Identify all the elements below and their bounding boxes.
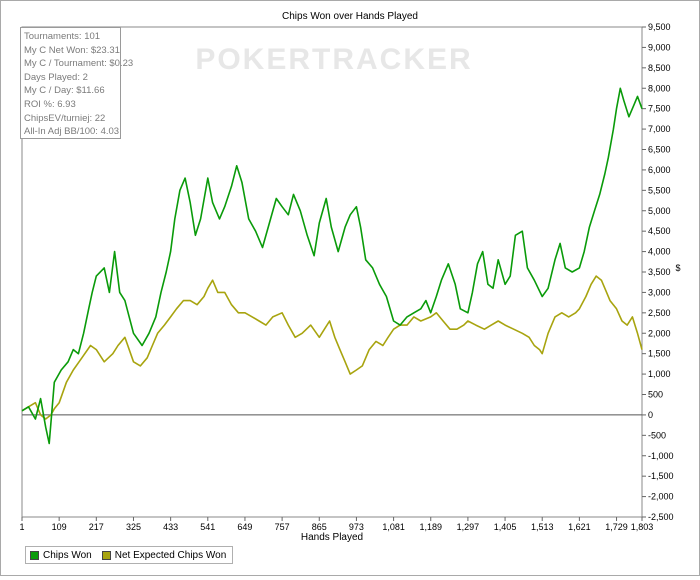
- legend-label-chips-won: Chips Won: [43, 549, 92, 561]
- y-tick-label: -1,000: [648, 451, 674, 461]
- y-tick-label: 9,000: [648, 42, 671, 52]
- legend-swatch-chips-won: [30, 550, 39, 560]
- y-axis-label: $: [675, 263, 680, 273]
- x-tick-label: 865: [312, 522, 327, 532]
- y-tick-label: -2,500: [648, 512, 674, 522]
- stat-row: Days Played: 2: [24, 71, 88, 83]
- x-tick-label: 649: [237, 522, 252, 532]
- x-tick-label: 1,189: [419, 522, 442, 532]
- y-tick-label: -1,500: [648, 471, 674, 481]
- x-tick-label: 1,405: [494, 522, 517, 532]
- stat-row: My C / Day: $11.66: [24, 85, 105, 97]
- x-tick-label: 433: [163, 522, 178, 532]
- y-tick-label: 6,000: [648, 165, 671, 175]
- y-tick-label: 1,000: [648, 369, 671, 379]
- y-tick-label: -500: [648, 430, 666, 440]
- x-tick-label: 1,513: [531, 522, 554, 532]
- watermark-logo: POKERTRACKER: [195, 43, 472, 76]
- y-tick-label: 7,500: [648, 104, 671, 114]
- x-tick-label: 541: [200, 522, 215, 532]
- y-tick-label: 9,500: [648, 22, 671, 32]
- x-tick-label: 757: [275, 522, 290, 532]
- y-tick-label: 5,500: [648, 185, 671, 195]
- x-axis-label: Hands Played: [301, 532, 363, 543]
- y-tick-label: 2,500: [648, 308, 671, 318]
- legend-label-net-expected: Net Expected Chips Won: [114, 549, 227, 561]
- y-tick-label: -2,000: [648, 492, 674, 502]
- y-tick-label: 7,000: [648, 124, 671, 134]
- y-tick-label: 3,000: [648, 287, 671, 297]
- x-tick-label: 1,621: [568, 522, 591, 532]
- stat-row: ChipsEV/turniej: 22: [24, 112, 106, 124]
- y-tick-label: 0: [648, 410, 653, 420]
- x-tick-label: 1,729: [605, 522, 628, 532]
- y-tick-label: 500: [648, 390, 663, 400]
- chart-title: Chips Won over Hands Played: [282, 11, 418, 22]
- y-tick-label: 4,500: [648, 226, 671, 236]
- chart-legend: Chips Won Net Expected Chips Won: [25, 546, 234, 564]
- series-line-chips-won: [21, 87, 643, 445]
- y-tick-label: 2,000: [648, 328, 671, 338]
- y-tick-label: 8,000: [648, 83, 671, 93]
- stat-row: My C / Tournament: $0.23: [24, 58, 134, 70]
- y-tick-label: 3,500: [648, 267, 671, 277]
- x-tick-label: 1: [19, 522, 24, 532]
- y-tick-label: 8,500: [648, 63, 671, 73]
- stat-row: Tournaments: 101: [24, 31, 101, 42]
- legend-swatch-net-expected: [101, 550, 111, 560]
- stat-row: My C Net Won: $23.31: [24, 44, 120, 56]
- legend-item-net-expected[interactable]: Net Expected Chips Won: [101, 549, 227, 561]
- y-tick-label: 6,500: [648, 145, 671, 155]
- y-tick-label: 5,000: [648, 206, 671, 216]
- stats-box: Tournaments: 101 My C Net Won: $23.31 My C…: [20, 27, 134, 139]
- x-tick-label: 109: [52, 522, 67, 532]
- stat-row: All-In Adj BB/100: 4.03: [24, 126, 120, 138]
- x-tick-label: 1,803: [631, 522, 654, 532]
- x-tick-label: 217: [89, 522, 104, 532]
- x-tick-label: 973: [349, 522, 364, 532]
- y-tick-label: 4,000: [648, 247, 671, 257]
- series-line-net-expected: [21, 275, 643, 420]
- x-tick-label: 1,081: [382, 522, 405, 532]
- x-tick-label: 325: [126, 522, 141, 532]
- x-tick-label: 1,297: [457, 522, 480, 532]
- y-tick-label: 1,500: [648, 349, 671, 359]
- chart-window: Chips Won over Hands Played POKERTRACKER…: [0, 0, 700, 576]
- stat-row: ROI %: 6.93: [24, 98, 76, 110]
- legend-item-chips-won[interactable]: Chips Won: [30, 550, 92, 561]
